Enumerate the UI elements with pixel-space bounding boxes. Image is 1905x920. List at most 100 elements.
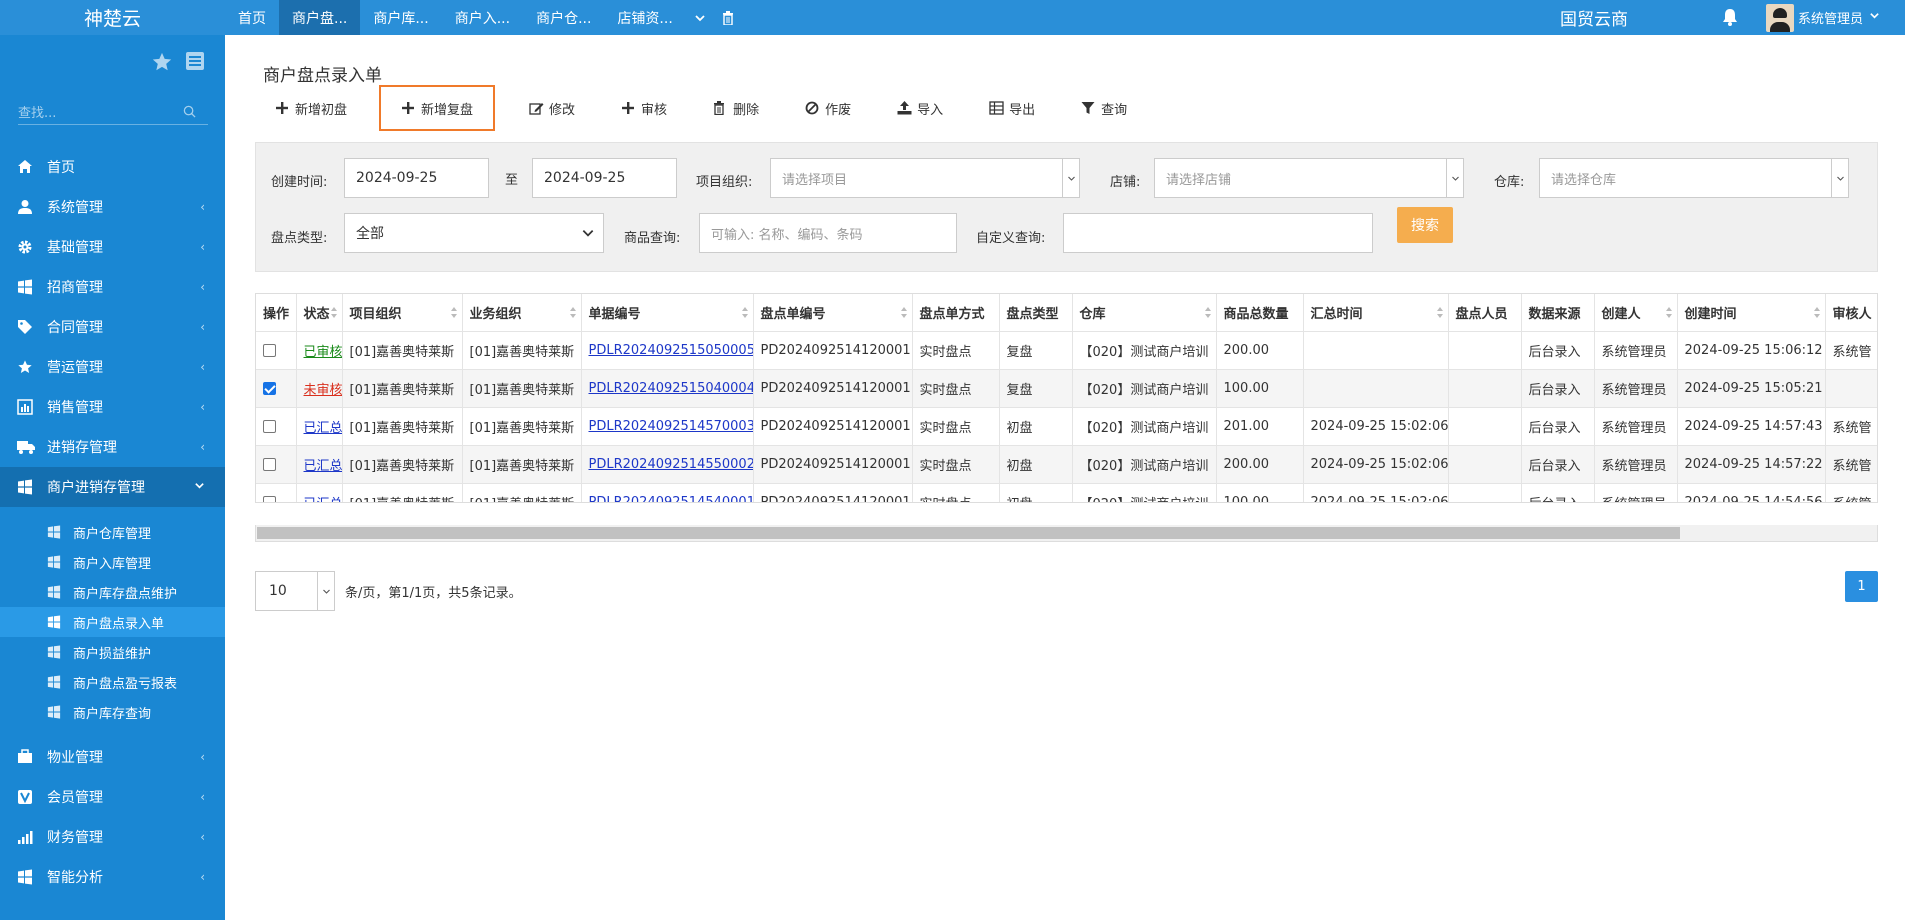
store-select[interactable]: 请选择店铺 bbox=[1154, 158, 1464, 198]
row-checkbox[interactable] bbox=[263, 495, 276, 502]
col-header[interactable]: 状态 bbox=[296, 294, 343, 332]
sidebar-subitem-stock-query[interactable]: 商户库存查询 bbox=[0, 697, 225, 727]
project-select[interactable]: 请选择项目 bbox=[770, 158, 1080, 198]
store-placeholder: 请选择店铺 bbox=[1166, 172, 1232, 188]
sidebar-item-operation[interactable]: 营运管理 ‹ bbox=[0, 347, 225, 387]
bell-icon[interactable] bbox=[1720, 7, 1740, 27]
vip-icon bbox=[17, 789, 33, 805]
table-row[interactable]: 已汇总 [01]嘉善奥特莱斯 [01]嘉善奥特莱斯 PDLR2024092514570… bbox=[256, 407, 1877, 446]
user-menu[interactable]: 系统管理员 bbox=[1766, 0, 1880, 35]
check-type-value: 全部 bbox=[356, 226, 384, 242]
check-type-select[interactable]: 全部 bbox=[344, 213, 604, 253]
goods-query-input[interactable]: 可输入: 名称、编码、条码 bbox=[699, 213, 957, 253]
scrollbar-thumb[interactable] bbox=[257, 527, 1680, 539]
add-recheck-button[interactable]: 新增复盘 bbox=[379, 85, 496, 131]
status-link[interactable]: 已汇总 bbox=[304, 459, 342, 474]
tab-home[interactable]: 首页 bbox=[225, 0, 279, 35]
tab-merchant-stock[interactable]: 商户库... bbox=[360, 0, 441, 35]
custom-query-input[interactable] bbox=[1063, 213, 1373, 253]
cell-doc-no: PDLR2024092514550002 bbox=[581, 445, 754, 484]
chevron-down-icon[interactable] bbox=[686, 0, 714, 35]
sidebar-item-finance[interactable]: 财务管理 ‹ bbox=[0, 817, 225, 857]
table-row[interactable]: 未审核 [01]嘉善奥特莱斯 [01]嘉善奥特莱斯 PDLR2024092515040… bbox=[256, 369, 1877, 408]
table-header-row: 操作 状态 项目组织 业务组织 单据编号 盘点单编号 盘点单方式 盘点类型 仓库… bbox=[256, 294, 1877, 332]
sidebar-item-basic[interactable]: 基础管理 ‹ bbox=[0, 227, 225, 267]
trash-icon[interactable] bbox=[714, 0, 742, 35]
row-checkbox[interactable] bbox=[263, 381, 276, 395]
sidebar-subitem-profit-loss[interactable]: 商户损益维护 bbox=[0, 637, 225, 667]
status-link[interactable]: 已审核 bbox=[304, 345, 342, 360]
sidebar-item-home[interactable]: 首页 bbox=[0, 147, 225, 187]
date-from-input[interactable]: 2024-09-25 bbox=[344, 158, 489, 198]
doc-number-link[interactable]: PDLR2024092515040004 bbox=[589, 381, 753, 396]
sidebar-item-member[interactable]: 会员管理 ‹ bbox=[0, 777, 225, 817]
col-header-label: 项目组织 bbox=[349, 306, 402, 322]
sidebar-item-contract[interactable]: 合同管理 ‹ bbox=[0, 307, 225, 347]
doc-number-link[interactable]: PDLR2024092514570003 bbox=[589, 419, 753, 434]
table-row[interactable]: 已汇总 [01]嘉善奥特莱斯 [01]嘉善奥特莱斯 PDLR2024092514550… bbox=[256, 445, 1877, 484]
windows-icon bbox=[47, 555, 61, 569]
col-header[interactable]: 创建时间 bbox=[1677, 294, 1826, 332]
sidebar-item-inventory[interactable]: 进销存管理 ‹ bbox=[0, 427, 225, 467]
add-initial-button[interactable]: 新增初盘 bbox=[263, 85, 359, 131]
col-header[interactable]: 业务组织 bbox=[462, 294, 582, 332]
sidebar-search-input[interactable] bbox=[18, 106, 183, 121]
search-icon[interactable] bbox=[183, 105, 196, 122]
tab-merchant-check[interactable]: 商户盘... bbox=[279, 0, 361, 35]
status-cell: 已汇总 bbox=[296, 407, 343, 446]
audit-button[interactable]: 审核 bbox=[609, 85, 679, 131]
row-checkbox[interactable] bbox=[263, 419, 276, 433]
col-header[interactable]: 汇总时间 bbox=[1303, 294, 1449, 332]
col-header[interactable]: 单据编号 bbox=[581, 294, 754, 332]
sidebar-subitem-report[interactable]: 商户盘点盈亏报表 bbox=[0, 667, 225, 697]
pagination: 10 条/页，第1/1页，共5条记录。 bbox=[255, 571, 522, 611]
edit-button[interactable]: 修改 bbox=[517, 85, 587, 131]
sidebar-subitem-inbound[interactable]: 商户入库管理 bbox=[0, 547, 225, 577]
star-icon[interactable] bbox=[151, 51, 173, 77]
sort-icon bbox=[1436, 307, 1443, 318]
tab-store-info[interactable]: 店铺资... bbox=[604, 0, 685, 35]
user-icon bbox=[17, 199, 33, 215]
col-header[interactable]: 盘点单编号 bbox=[753, 294, 913, 332]
page-number-button[interactable]: 1 bbox=[1845, 571, 1878, 602]
delete-button[interactable]: 删除 bbox=[701, 85, 771, 131]
table-row[interactable]: 已审核 [01]嘉善奥特莱斯 [01]嘉善奥特莱斯 PDLR2024092515050… bbox=[256, 331, 1877, 370]
page-size-select[interactable]: 10 bbox=[255, 571, 335, 611]
sidebar-subitem-warehouse[interactable]: 商户仓库管理 bbox=[0, 517, 225, 547]
row-checkbox[interactable] bbox=[263, 457, 276, 471]
import-button[interactable]: 导入 bbox=[885, 85, 955, 131]
sidebar-item-investment[interactable]: 招商管理 ‹ bbox=[0, 267, 225, 307]
sidebar-subitem-stocktake[interactable]: 商户库存盘点维护 bbox=[0, 577, 225, 607]
doc-number-link[interactable]: PDLR2024092514550002 bbox=[589, 457, 753, 472]
col-header[interactable]: 仓库 bbox=[1072, 294, 1217, 332]
void-button[interactable]: 作废 bbox=[793, 85, 863, 131]
sidebar-item-label: 招商管理 bbox=[47, 280, 103, 296]
table-row[interactable]: 已汇总[01]嘉善奥特莱斯[01]嘉善奥特莱斯PDLR2024092514540… bbox=[256, 483, 1877, 503]
col-header[interactable]: 创建人 bbox=[1594, 294, 1678, 332]
tab-merchant-inbound[interactable]: 商户入... bbox=[442, 0, 523, 35]
query-button[interactable]: 查询 bbox=[1069, 85, 1139, 131]
sidebar-item-analysis[interactable]: 智能分析 ‹ bbox=[0, 857, 225, 897]
doc-number-link[interactable]: PDLR2024092514540001 bbox=[589, 495, 753, 503]
col-header[interactable]: 项目组织 bbox=[342, 294, 463, 332]
sidebar-subitem-check-entry[interactable]: 商户盘点录入单 bbox=[0, 607, 225, 637]
search-button[interactable]: 搜索 bbox=[1397, 207, 1453, 243]
sidebar-item-property[interactable]: 物业管理 ‹ bbox=[0, 737, 225, 777]
sidebar-item-merchant-inventory[interactable]: 商户进销存管理 bbox=[0, 467, 225, 507]
tab-merchant-warehouse[interactable]: 商户仓... bbox=[523, 0, 604, 35]
sidebar-item-system[interactable]: 系统管理 ‹ bbox=[0, 187, 225, 227]
briefcase-icon bbox=[17, 749, 33, 765]
export-button[interactable]: 导出 bbox=[977, 85, 1047, 131]
list-icon[interactable] bbox=[185, 51, 205, 77]
status-link[interactable]: 未审核 bbox=[304, 383, 342, 398]
sidebar-item-sales[interactable]: 销售管理 ‹ bbox=[0, 387, 225, 427]
horizontal-scrollbar[interactable] bbox=[255, 525, 1878, 542]
status-link[interactable]: 已汇总 bbox=[304, 497, 342, 503]
star-icon bbox=[17, 359, 33, 375]
cell-counter bbox=[1448, 369, 1522, 408]
doc-number-link[interactable]: PDLR2024092515050005 bbox=[589, 343, 753, 358]
date-to-input[interactable]: 2024-09-25 bbox=[532, 158, 677, 198]
status-link[interactable]: 已汇总 bbox=[304, 421, 342, 436]
warehouse-select[interactable]: 请选择仓库 bbox=[1539, 158, 1849, 198]
row-checkbox[interactable] bbox=[263, 343, 276, 357]
